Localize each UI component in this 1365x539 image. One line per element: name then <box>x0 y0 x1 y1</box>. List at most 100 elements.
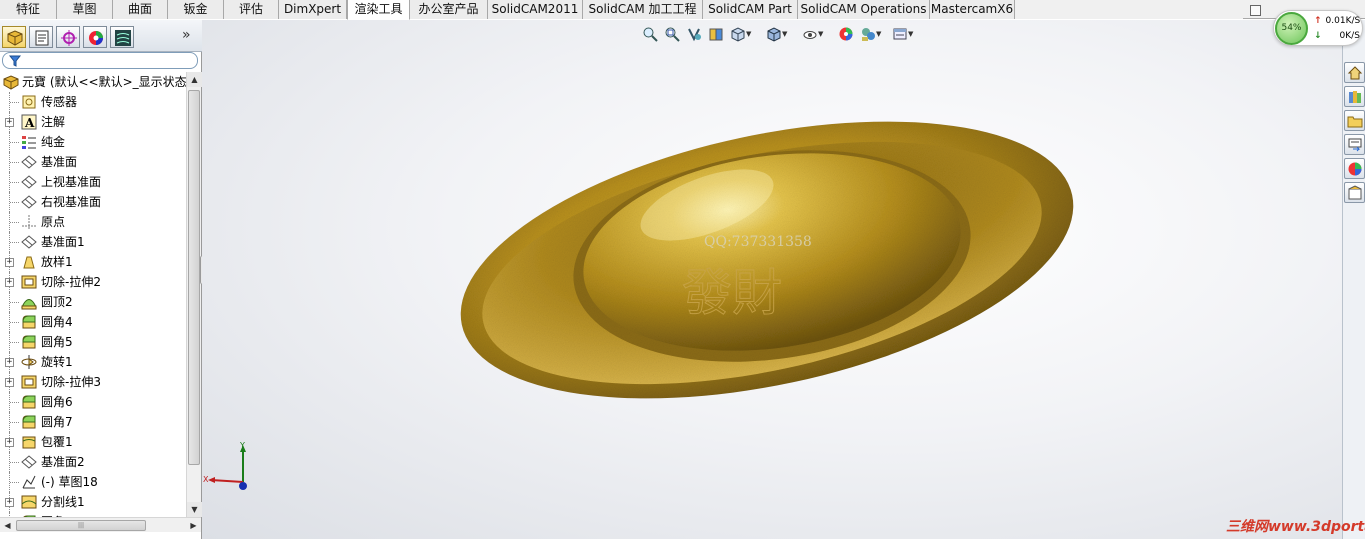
fillet-icon <box>22 315 36 329</box>
tab-evaluate[interactable]: 评估 <box>224 0 279 19</box>
tree-root-part[interactable]: 元寶 (默认<<默认>_显示状态 <box>0 72 186 92</box>
tree-item[interactable]: 基准面 <box>0 152 186 172</box>
tree-item-label: 基准面1 <box>41 235 85 249</box>
design-library-button[interactable] <box>1344 86 1365 107</box>
scroll-down-icon[interactable]: ▼ <box>187 502 202 517</box>
appearance-ball-icon <box>1348 162 1362 176</box>
solidworks-resources-button[interactable] <box>1344 62 1365 83</box>
tree-item[interactable]: 圆角5 <box>0 332 186 352</box>
tab-mastercamx6[interactable]: MastercamX6 <box>930 0 1015 19</box>
expand-toggle-icon[interactable]: + <box>5 258 14 267</box>
tree-item[interactable]: 原点 <box>0 212 186 232</box>
tree-item-label: 原点 <box>41 215 66 229</box>
property-icon <box>35 30 49 46</box>
expand-toggle-icon[interactable]: + <box>5 378 14 387</box>
sketch-icon <box>22 475 36 489</box>
tree-item[interactable]: + 切除-拉伸2 <box>0 272 186 292</box>
scroll-up-icon[interactable]: ▲ <box>187 72 202 87</box>
tab-solidcam-operations[interactable]: SolidCAM Operations <box>798 0 930 19</box>
tab-surfaces[interactable]: 曲面 <box>113 0 168 19</box>
tab-office-products[interactable]: 办公室产品 <box>410 0 488 19</box>
upload-speed-value: 0.01K/S <box>1325 16 1361 26</box>
arrow-down-icon: ↓ <box>1314 31 1322 41</box>
panel-tabs: » <box>0 20 202 52</box>
expand-toggle-icon[interactable]: + <box>5 118 14 127</box>
plane-icon <box>21 175 37 189</box>
restore-icon[interactable] <box>1250 5 1261 16</box>
view-palette-icon <box>1348 138 1362 152</box>
tab-solidcam-machining[interactable]: SolidCAM 加工工程 <box>583 0 703 19</box>
command-manager-tabbar: 特征 草图 曲面 钣金 评估 DimXpert 渲染工具 办公室产品 Solid… <box>0 0 1365 20</box>
plane-icon <box>21 155 37 169</box>
tree-item[interactable]: 圆角6 <box>0 392 186 412</box>
tree-item[interactable]: 基准面2 <box>0 452 186 472</box>
tree-filter-input[interactable] <box>2 52 198 69</box>
expand-toggle-icon[interactable]: + <box>5 278 14 287</box>
tab-render-tools[interactable]: 渲染工具 <box>347 0 410 20</box>
origin-icon <box>22 215 36 229</box>
tree-item-label: 圆角4 <box>41 315 73 329</box>
cut-extrude-icon <box>21 375 37 389</box>
tab-solidcam2011[interactable]: SolidCAM2011 <box>488 0 583 19</box>
appearances-scenes-button[interactable] <box>1344 158 1365 179</box>
expand-toggle-icon[interactable]: + <box>5 358 14 367</box>
tree-item[interactable]: 圆角4 <box>0 312 186 332</box>
tree-connector-line <box>10 482 19 483</box>
scroll-right-icon[interactable]: ▶ <box>186 518 201 533</box>
tree-item[interactable]: 传感器 <box>0 92 186 112</box>
tree-connector-line <box>10 222 19 223</box>
tree-item[interactable]: 上视基准面 <box>0 172 186 192</box>
feature-manager-tab[interactable] <box>2 26 26 48</box>
tree-item[interactable]: + 包覆1 <box>0 432 186 452</box>
x-axis-label: X <box>203 475 209 484</box>
tree-item[interactable]: + 旋转1 <box>0 352 186 372</box>
scroll-thumb[interactable] <box>188 90 200 465</box>
tab-sketch[interactable]: 草图 <box>57 0 113 19</box>
file-explorer-button[interactable] <box>1344 110 1365 131</box>
tree-vertical-scrollbar[interactable]: ▲ ▼ <box>186 72 202 517</box>
tab-dimxpert[interactable]: DimXpert <box>279 0 347 19</box>
network-speed-meter[interactable]: 54% ↑ 0.01K/S ↓ 0K/S <box>1273 10 1363 46</box>
graphics-viewport[interactable]: ▼ ▼ ▼ ▼ ▼ QQ:737331358 發財 Y X <box>202 20 1342 539</box>
hscroll-thumb[interactable]: ||| <box>16 520 146 531</box>
expand-toggle-icon[interactable]: + <box>5 498 14 507</box>
material-icon <box>22 136 36 149</box>
tree-item[interactable]: 基准面1 <box>0 232 186 252</box>
tab-sheet-metal[interactable]: 钣金 <box>168 0 224 19</box>
custom-properties-icon <box>1348 185 1362 200</box>
tree-item[interactable]: (-) 草图18 <box>0 472 186 492</box>
gold-ingot-model[interactable]: QQ:737331358 發財 <box>202 20 1342 539</box>
tree-item-label: 包覆1 <box>41 435 73 449</box>
tree-item[interactable]: + 切除-拉伸3 <box>0 372 186 392</box>
more-tabs-chevron-icon[interactable]: » <box>182 27 191 43</box>
sensor-icon <box>22 95 36 109</box>
scroll-left-icon[interactable]: ◀ <box>0 518 15 533</box>
tree-item[interactable]: + 分割线1 <box>0 492 186 512</box>
tabbar-filler <box>1015 0 1243 19</box>
tree-item[interactable]: + 放样1 <box>0 252 186 272</box>
tree-item-label: 上视基准面 <box>41 175 102 189</box>
property-manager-tab[interactable] <box>29 26 53 48</box>
expand-toggle-icon[interactable]: + <box>5 438 14 447</box>
plane-icon <box>21 195 37 209</box>
tab-solidcam-part[interactable]: SolidCAM Part <box>703 0 798 19</box>
tree-item-label: 圆角5 <box>41 335 73 349</box>
configuration-manager-tab[interactable] <box>56 26 80 48</box>
tree-item[interactable]: 圆顶2 <box>0 292 186 312</box>
tree-item-label: 圆角6 <box>41 395 73 409</box>
view-palette-button[interactable] <box>1344 134 1365 155</box>
tree-item[interactable]: + A 注解 <box>0 112 186 132</box>
tree-item[interactable]: 圆角7 <box>0 412 186 432</box>
tree-item[interactable]: 右视基准面 <box>0 192 186 212</box>
tree-connector-line <box>10 422 19 423</box>
tree-horizontal-scrollbar[interactable]: ◀ ||| ▶ <box>0 517 201 532</box>
tree-item[interactable]: 纯金 <box>0 132 186 152</box>
folder-icon <box>1347 116 1363 128</box>
tree-item-label: 圆角7 <box>41 415 73 429</box>
custom-properties-button[interactable] <box>1344 182 1365 203</box>
tree-connector-line <box>10 142 19 143</box>
feature-tree-icon <box>7 30 23 46</box>
dimxpert-manager-tab[interactable] <box>110 26 134 48</box>
display-manager-tab[interactable] <box>83 26 107 48</box>
tab-features[interactable]: 特征 <box>0 0 57 19</box>
